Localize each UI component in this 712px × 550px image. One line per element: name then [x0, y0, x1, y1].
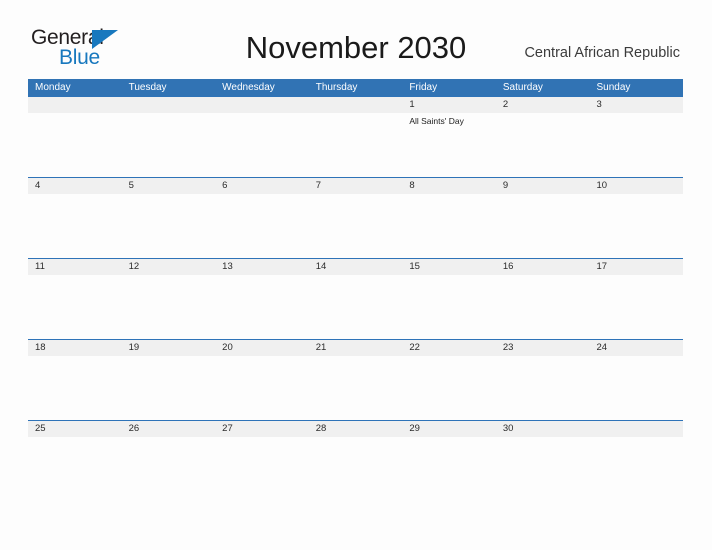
day-cell[interactable] — [28, 194, 122, 258]
day-number[interactable]: 8 — [402, 178, 496, 194]
weekday-header-row: Monday Tuesday Wednesday Thursday Friday… — [28, 79, 683, 96]
day-number[interactable]: 7 — [309, 178, 403, 194]
day-number[interactable]: 16 — [496, 259, 590, 275]
day-cell[interactable] — [215, 113, 309, 177]
week-event-row — [28, 275, 683, 339]
day-cell[interactable] — [402, 275, 496, 339]
week-event-row — [28, 194, 683, 258]
day-cell[interactable] — [122, 356, 216, 420]
day-cell[interactable] — [589, 437, 683, 501]
day-cell[interactable] — [309, 113, 403, 177]
region-label: Central African Republic — [524, 45, 680, 61]
day-number[interactable]: 13 — [215, 259, 309, 275]
day-number[interactable]: 5 — [122, 178, 216, 194]
day-cell[interactable] — [309, 194, 403, 258]
day-cell[interactable] — [589, 356, 683, 420]
calendar-week-row: 25 26 27 28 29 30 — [28, 420, 683, 501]
day-cell[interactable] — [122, 113, 216, 177]
day-cell[interactable] — [402, 194, 496, 258]
day-number[interactable] — [28, 97, 122, 113]
day-number[interactable] — [122, 97, 216, 113]
day-cell[interactable] — [496, 275, 590, 339]
day-number[interactable]: 14 — [309, 259, 403, 275]
holiday-label: All Saints' Day — [409, 116, 464, 126]
week-date-strip: 25 26 27 28 29 30 — [28, 421, 683, 437]
day-cell[interactable] — [496, 437, 590, 501]
week-event-row: All Saints' Day — [28, 113, 683, 177]
day-number[interactable]: 12 — [122, 259, 216, 275]
day-cell[interactable] — [28, 113, 122, 177]
day-cell[interactable] — [122, 437, 216, 501]
calendar-week-row: 1 2 3 All Saints' Day — [28, 96, 683, 177]
day-number[interactable]: 27 — [215, 421, 309, 437]
day-cell[interactable] — [122, 275, 216, 339]
weekday-header-tuesday: Tuesday — [128, 82, 167, 93]
day-number[interactable]: 9 — [496, 178, 590, 194]
day-number[interactable]: 15 — [402, 259, 496, 275]
week-date-strip: 18 19 20 21 22 23 24 — [28, 340, 683, 356]
day-cell[interactable] — [589, 275, 683, 339]
day-number[interactable]: 11 — [28, 259, 122, 275]
day-number[interactable]: 17 — [589, 259, 683, 275]
day-number[interactable]: 3 — [589, 97, 683, 113]
weekday-header-thursday: Thursday — [315, 82, 358, 93]
day-cell[interactable] — [215, 356, 309, 420]
day-number[interactable]: 1 — [402, 97, 496, 113]
day-number[interactable]: 10 — [589, 178, 683, 194]
day-number[interactable]: 25 — [28, 421, 122, 437]
day-number[interactable]: 21 — [309, 340, 403, 356]
day-number[interactable]: 29 — [402, 421, 496, 437]
calendar-week-row: 18 19 20 21 22 23 24 — [28, 339, 683, 420]
day-number[interactable]: 4 — [28, 178, 122, 194]
week-event-row — [28, 356, 683, 420]
day-number[interactable] — [589, 421, 683, 437]
day-cell[interactable] — [402, 437, 496, 501]
weekday-header-sunday: Sunday — [596, 82, 631, 93]
day-cell[interactable] — [309, 437, 403, 501]
day-number[interactable]: 18 — [28, 340, 122, 356]
week-date-strip: 4 5 6 7 8 9 10 — [28, 178, 683, 194]
day-cell[interactable] — [215, 275, 309, 339]
calendar-week-row: 11 12 13 14 15 16 17 — [28, 258, 683, 339]
day-cell[interactable] — [122, 194, 216, 258]
day-cell[interactable] — [309, 275, 403, 339]
day-number[interactable]: 6 — [215, 178, 309, 194]
day-number[interactable]: 24 — [589, 340, 683, 356]
calendar-week-row: 4 5 6 7 8 9 10 — [28, 177, 683, 258]
day-number[interactable]: 30 — [496, 421, 590, 437]
day-number[interactable] — [309, 97, 403, 113]
day-cell[interactable] — [28, 356, 122, 420]
day-number[interactable]: 22 — [402, 340, 496, 356]
weekday-header-saturday: Saturday — [502, 82, 543, 93]
week-date-strip: 1 2 3 — [28, 97, 683, 113]
day-cell[interactable] — [28, 437, 122, 501]
day-cell[interactable] — [496, 113, 590, 177]
day-number[interactable]: 19 — [122, 340, 216, 356]
page-header: General Blue November 2030 Central Afric… — [0, 0, 712, 68]
day-cell[interactable] — [309, 356, 403, 420]
day-cell[interactable] — [496, 356, 590, 420]
calendar-grid: Monday Tuesday Wednesday Thursday Friday… — [28, 79, 683, 501]
day-cell[interactable] — [496, 194, 590, 258]
day-cell[interactable] — [402, 356, 496, 420]
day-cell[interactable] — [28, 275, 122, 339]
day-cell[interactable] — [589, 194, 683, 258]
weekday-header-wednesday: Wednesday — [222, 82, 275, 93]
weekday-header-friday: Friday — [409, 82, 438, 93]
day-cell[interactable] — [589, 113, 683, 177]
week-event-row — [28, 437, 683, 501]
week-date-strip: 11 12 13 14 15 16 17 — [28, 259, 683, 275]
day-number[interactable]: 20 — [215, 340, 309, 356]
day-cell[interactable] — [215, 194, 309, 258]
day-cell[interactable]: All Saints' Day — [402, 113, 496, 177]
day-number[interactable]: 26 — [122, 421, 216, 437]
day-number[interactable]: 2 — [496, 97, 590, 113]
day-cell[interactable] — [215, 437, 309, 501]
day-number[interactable]: 28 — [309, 421, 403, 437]
day-number[interactable] — [215, 97, 309, 113]
weekday-header-monday: Monday — [35, 82, 71, 93]
day-number[interactable]: 23 — [496, 340, 590, 356]
calendar-page: General Blue November 2030 Central Afric… — [0, 0, 712, 550]
